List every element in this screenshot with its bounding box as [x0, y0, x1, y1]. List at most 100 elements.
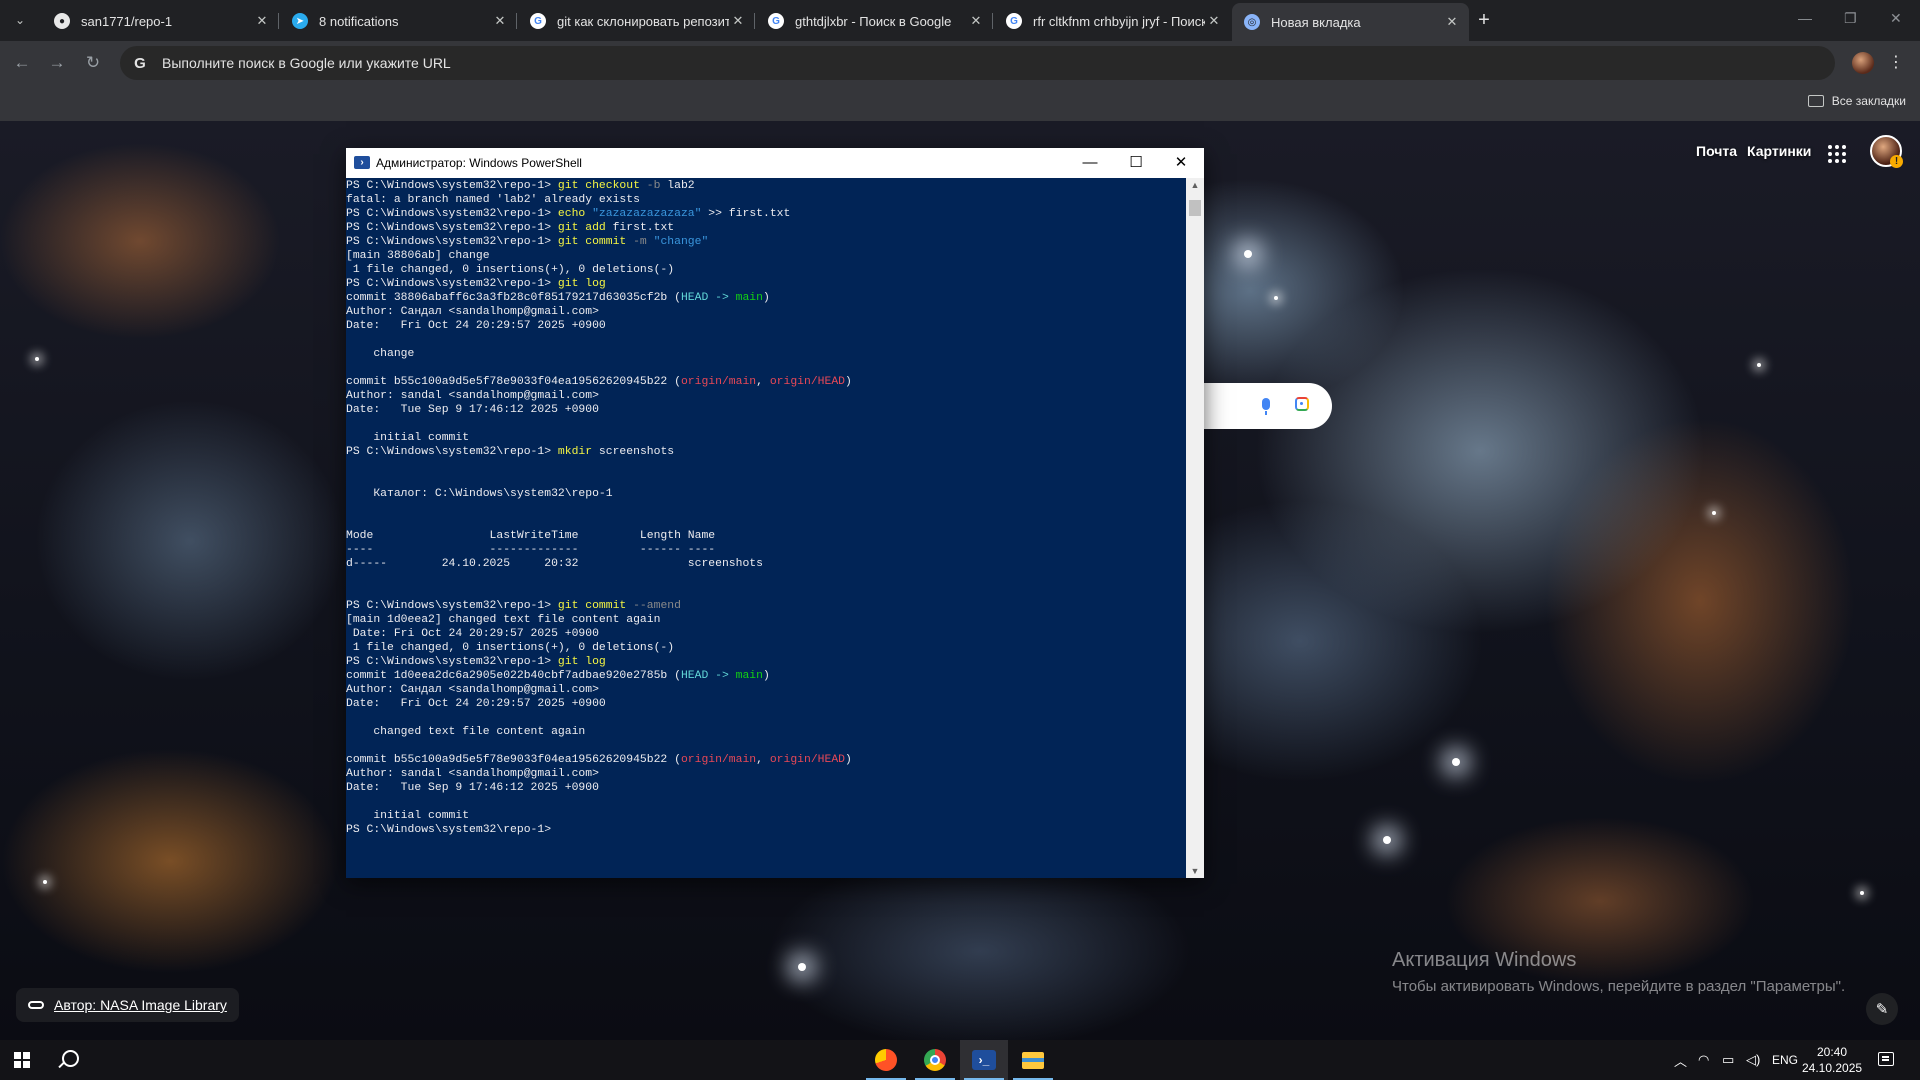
tab-title: rfr cltkfnm crhbyijn jryf - Поиск: [1033, 13, 1205, 29]
omnibox-input[interactable]: [160, 54, 1764, 72]
tab-new-tab[interactable]: ◎ Новая вкладка ✕: [1232, 3, 1469, 41]
console-segment: git checkout: [557, 180, 640, 192]
console-segment: Author: Сандал <sandalhomp@gmail.com>: [346, 684, 599, 696]
background-attribution[interactable]: Автор: NASA Image Library: [16, 988, 239, 1022]
console-segment: PS C:\Windows\system32\repo-1>: [346, 656, 558, 668]
console-line: Author: sandal <sandalhomp@gmail.com>: [346, 767, 1186, 781]
images-link[interactable]: Картинки: [1747, 143, 1811, 159]
attribution-text: Автор: NASA Image Library: [54, 997, 227, 1013]
console-line: ​: [346, 711, 1186, 725]
tray-battery[interactable]: ▭: [1722, 1040, 1734, 1080]
console-line: fatal: a branch named 'lab2' already exi…: [346, 193, 1186, 207]
profile-avatar[interactable]: [1852, 52, 1874, 74]
console-output[interactable]: PS C:\Windows\system32\repo-1> git check…: [346, 178, 1186, 878]
close-window-icon[interactable]: ✕: [1890, 10, 1902, 27]
console-segment: initial commit: [346, 432, 470, 444]
star: [1757, 363, 1761, 367]
tab-close-icon[interactable]: ✕: [253, 13, 271, 29]
maximize-icon[interactable]: ☐: [1126, 152, 1146, 172]
back-arrow-icon[interactable]: ←: [10, 51, 34, 75]
scroll-up-icon[interactable]: ▲: [1186, 180, 1204, 190]
tray-overflow[interactable]: ︿: [1674, 1040, 1687, 1080]
taskbar-powershell[interactable]: ›_: [960, 1040, 1008, 1080]
voice-search-icon[interactable]: [1262, 398, 1270, 415]
console-segment: PS C:\Windows\system32\repo-1>: [346, 278, 558, 290]
tray-network[interactable]: ◠: [1698, 1040, 1709, 1080]
console-line: Author: Сандал <sandalhomp@gmail.com>: [346, 683, 1186, 697]
minimize-icon[interactable]: —: [1080, 152, 1100, 172]
tab-google-search-2[interactable]: G gthtdjlxbr - Поиск в Google ✕: [756, 5, 993, 37]
tab-title: Новая вкладка: [1271, 14, 1361, 30]
console-segment: ,: [756, 754, 770, 766]
console-segment: d----- 24.10.2025 20:32 screenshots: [346, 558, 763, 570]
star: [1712, 511, 1716, 515]
more-menu-icon[interactable]: ⋮: [1888, 52, 1904, 72]
tab-google-search-3[interactable]: G rfr cltkfnm crhbyijn jryf - Поиск ✕: [994, 5, 1231, 37]
tab-telegram[interactable]: ➤ 8 notifications ✕: [280, 5, 517, 37]
console-segment: Date: Tue Sep 9 17:46:12 2025 +0900: [346, 782, 599, 794]
reload-icon[interactable]: ↻: [81, 51, 105, 75]
console-line: ​: [346, 417, 1186, 431]
tab-google-search-1[interactable]: G git как склонировать репозиторий ✕: [518, 5, 755, 37]
console-line: commit b55c100a9d5e5f78e9033f04ea1956262…: [346, 753, 1186, 767]
scrollbar-thumb[interactable]: [1189, 200, 1201, 216]
console-segment: ,: [756, 376, 770, 388]
clock-date: 24.10.2025: [1802, 1061, 1863, 1075]
console-line: 1 file changed, 0 insertions(+), 0 delet…: [346, 641, 1186, 655]
tab-close-icon[interactable]: ✕: [729, 13, 747, 29]
console-segment: origin/main: [680, 754, 757, 766]
address-bar[interactable]: G: [120, 46, 1835, 80]
chevron-up-icon: ︿: [1674, 1053, 1688, 1069]
all-bookmarks-button[interactable]: Все закладки: [1807, 94, 1906, 108]
console-line: commit b55c100a9d5e5f78e9033f04ea1956262…: [346, 375, 1186, 389]
console-scrollbar[interactable]: ▲ ▼: [1186, 178, 1204, 878]
console-line: Date: Fri Oct 24 20:29:57 2025 +0900: [346, 627, 1186, 641]
scroll-down-icon[interactable]: ▼: [1186, 866, 1204, 876]
forward-arrow-icon[interactable]: →: [45, 51, 69, 75]
watermark-subtitle: Чтобы активировать Windows, перейдите в …: [1392, 978, 1846, 995]
console-segment: initial commit: [346, 810, 470, 822]
console-segment: -m: [626, 236, 647, 248]
google-lens-icon[interactable]: [1295, 397, 1309, 411]
search-icon[interactable]: [62, 1050, 79, 1067]
gmail-link[interactable]: Почта: [1696, 143, 1737, 159]
tab-close-icon[interactable]: ✕: [967, 13, 985, 29]
google-apps-icon[interactable]: [1828, 145, 1846, 163]
powershell-titlebar[interactable]: › Администратор: Windows PowerShell — ☐ …: [346, 148, 1204, 178]
tab-search-chevron-icon[interactable]: ⌄: [8, 9, 32, 31]
console-segment: git commit: [557, 600, 627, 612]
file-explorer-icon: [1022, 1051, 1044, 1069]
console-line: PS C:\Windows\system32\repo-1> mkdir scr…: [346, 445, 1186, 459]
notifications-icon[interactable]: [1878, 1052, 1894, 1066]
restore-icon[interactable]: ❐: [1844, 10, 1857, 27]
console-segment: git commit: [557, 236, 627, 248]
powershell-window[interactable]: › Администратор: Windows PowerShell — ☐ …: [346, 148, 1204, 878]
chrome-icon: ◎: [1244, 14, 1260, 30]
taskbar-chrome[interactable]: [911, 1040, 959, 1080]
minimize-icon[interactable]: —: [1798, 10, 1812, 26]
console-segment: ): [845, 754, 852, 766]
console-segment: PS C:\Windows\system32\repo-1>: [346, 600, 558, 612]
console-segment: origin/HEAD: [769, 754, 846, 766]
tab-close-icon[interactable]: ✕: [491, 13, 509, 29]
new-tab-plus-icon[interactable]: +: [1472, 8, 1496, 32]
taskbar-yandex-browser[interactable]: [862, 1040, 910, 1080]
tray-volume[interactable]: ◁): [1746, 1040, 1760, 1080]
console-segment: Date: Fri Oct 24 20:29:57 2025 +0900: [346, 320, 606, 332]
console-line: PS C:\Windows\system32\repo-1> git add f…: [346, 221, 1186, 235]
console-segment: lab2: [660, 180, 695, 192]
windows-start-icon[interactable]: [14, 1052, 30, 1068]
tab-github-repo[interactable]: ● san1771/repo-1 ✕: [42, 5, 279, 37]
system-clock[interactable]: 20:40 24.10.2025: [1802, 1044, 1862, 1076]
console-line: changed text file content again: [346, 725, 1186, 739]
input-language[interactable]: ENG: [1772, 1040, 1798, 1080]
close-icon[interactable]: ✕: [1171, 152, 1191, 172]
taskbar-file-explorer[interactable]: [1009, 1040, 1057, 1080]
windows-activation-watermark: Активация Windows Чтобы активировать Win…: [1392, 949, 1845, 995]
all-bookmarks-label: Все закладки: [1831, 94, 1906, 108]
console-line: d----- 24.10.2025 20:32 screenshots: [346, 557, 1186, 571]
tab-close-icon[interactable]: ✕: [1205, 13, 1223, 29]
customize-pencil-icon[interactable]: ✎: [1866, 993, 1898, 1025]
tab-close-icon[interactable]: ✕: [1443, 14, 1461, 30]
star: [35, 357, 39, 361]
